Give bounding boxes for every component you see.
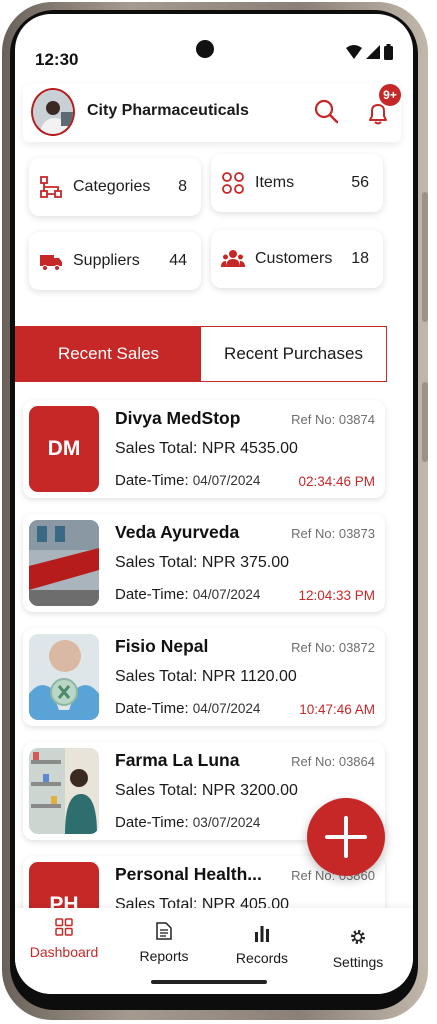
avatar[interactable] <box>31 88 75 136</box>
battery-icon <box>384 44 393 60</box>
sales-purchases-tabs: Recent Sales Recent Purchases <box>15 326 387 382</box>
company-name: City Pharmaceuticals <box>87 102 249 119</box>
add-sale-button[interactable] <box>307 798 385 876</box>
sale-card[interactable]: Veda Ayurveda Ref No: 03873 Sales Total:… <box>23 514 385 612</box>
customer-initials: DM <box>29 406 99 492</box>
status-icons <box>346 44 393 60</box>
suppliers-icon <box>40 255 62 271</box>
sales-total: Sales Total: NPR 3200.00 <box>115 782 298 799</box>
nav-label: Dashboard <box>29 944 99 960</box>
sales-total: Sales Total: NPR 375.00 <box>115 554 290 571</box>
settings-icon <box>351 930 365 944</box>
ref-number: Ref No: 03864 <box>291 754 375 769</box>
sale-card[interactable]: DM Divya MedStop Ref No: 03874 Sales Tot… <box>23 400 385 498</box>
ref-number: Ref No: 03873 <box>291 526 375 541</box>
stat-label-categories: Categories <box>73 178 151 195</box>
home-indicator[interactable] <box>151 980 267 984</box>
phone-frame: 12:30 City Pharmaceuticals 9+ Categories… <box>2 2 428 1020</box>
reports-icon <box>156 922 172 940</box>
search-icon <box>314 99 339 124</box>
stat-card-items[interactable]: Items 56 <box>211 154 383 212</box>
ref-number: Ref No: 03872 <box>291 640 375 655</box>
search-button[interactable] <box>313 98 339 124</box>
sale-date: Date-Time: 04/07/2024 <box>115 586 261 603</box>
sale-card[interactable]: Fisio Nepal Ref No: 03872 Sales Total: N… <box>23 628 385 726</box>
customer-name: Fisio Nepal <box>115 636 209 656</box>
stat-count-customers: 18 <box>351 250 369 267</box>
nav-dashboard[interactable]: Dashboard <box>19 918 109 960</box>
sale-time: 12:04:33 PM <box>298 588 375 603</box>
status-time: 12:30 <box>35 50 79 69</box>
stat-label-suppliers: Suppliers <box>73 252 140 269</box>
sale-date: Date-Time: 04/07/2024 <box>115 700 261 717</box>
sale-date: Date-Time: 03/07/2024 <box>115 814 261 831</box>
app-screen: 12:30 City Pharmaceuticals 9+ Categories… <box>15 14 413 994</box>
nav-label: Records <box>235 950 289 966</box>
customers-icon <box>221 250 245 267</box>
stat-card-categories[interactable]: Categories 8 <box>29 158 201 216</box>
nav-reports[interactable]: Reports <box>119 922 209 964</box>
nav-label: Reports <box>139 948 189 964</box>
sales-total: Sales Total: NPR 1120.00 <box>115 668 297 685</box>
categories-icon <box>40 176 62 198</box>
stat-card-suppliers[interactable]: Suppliers 44 <box>29 232 201 290</box>
wifi-icon <box>346 45 362 59</box>
customer-name: Farma La Luna <box>115 750 240 770</box>
status-bar: 12:30 <box>15 14 413 80</box>
customer-name: Veda Ayurveda <box>115 522 240 542</box>
nav-label: Settings <box>332 954 384 970</box>
stat-label-items: Items <box>255 174 295 191</box>
stat-count-categories: 8 <box>178 178 187 195</box>
sale-time: 02:34:46 PM <box>298 474 375 489</box>
records-icon <box>255 926 269 942</box>
sale-time: 10:47:46 AM <box>299 702 375 717</box>
stat-count-suppliers: 44 <box>169 252 187 269</box>
volume-button <box>422 192 428 322</box>
customer-name: Divya MedStop <box>115 408 241 428</box>
ref-number: Ref No: 03874 <box>291 412 375 427</box>
front-camera <box>196 40 214 58</box>
notification-badge: 9+ <box>377 82 403 108</box>
stat-card-customers[interactable]: Customers 18 <box>211 230 383 288</box>
sale-date: Date-Time: 04/07/2024 <box>115 472 261 489</box>
power-button <box>422 382 428 462</box>
tab-recent-sales[interactable]: Recent Sales <box>16 327 201 381</box>
customer-photo <box>29 634 99 720</box>
signal-icon <box>366 45 380 59</box>
customer-photo <box>29 520 99 606</box>
nav-settings[interactable]: Settings <box>313 928 403 970</box>
app-header: City Pharmaceuticals 9+ <box>23 82 403 142</box>
dashboard-icon <box>55 918 73 936</box>
nav-records[interactable]: Records <box>217 924 307 966</box>
stat-label-customers: Customers <box>255 250 333 267</box>
sales-total: Sales Total: NPR 4535.00 <box>115 440 298 457</box>
tab-recent-purchases[interactable]: Recent Purchases <box>201 327 386 381</box>
customer-name: Personal Health... <box>115 864 262 884</box>
stat-count-items: 56 <box>351 174 369 191</box>
items-icon <box>222 172 244 194</box>
customer-photo <box>29 748 99 834</box>
